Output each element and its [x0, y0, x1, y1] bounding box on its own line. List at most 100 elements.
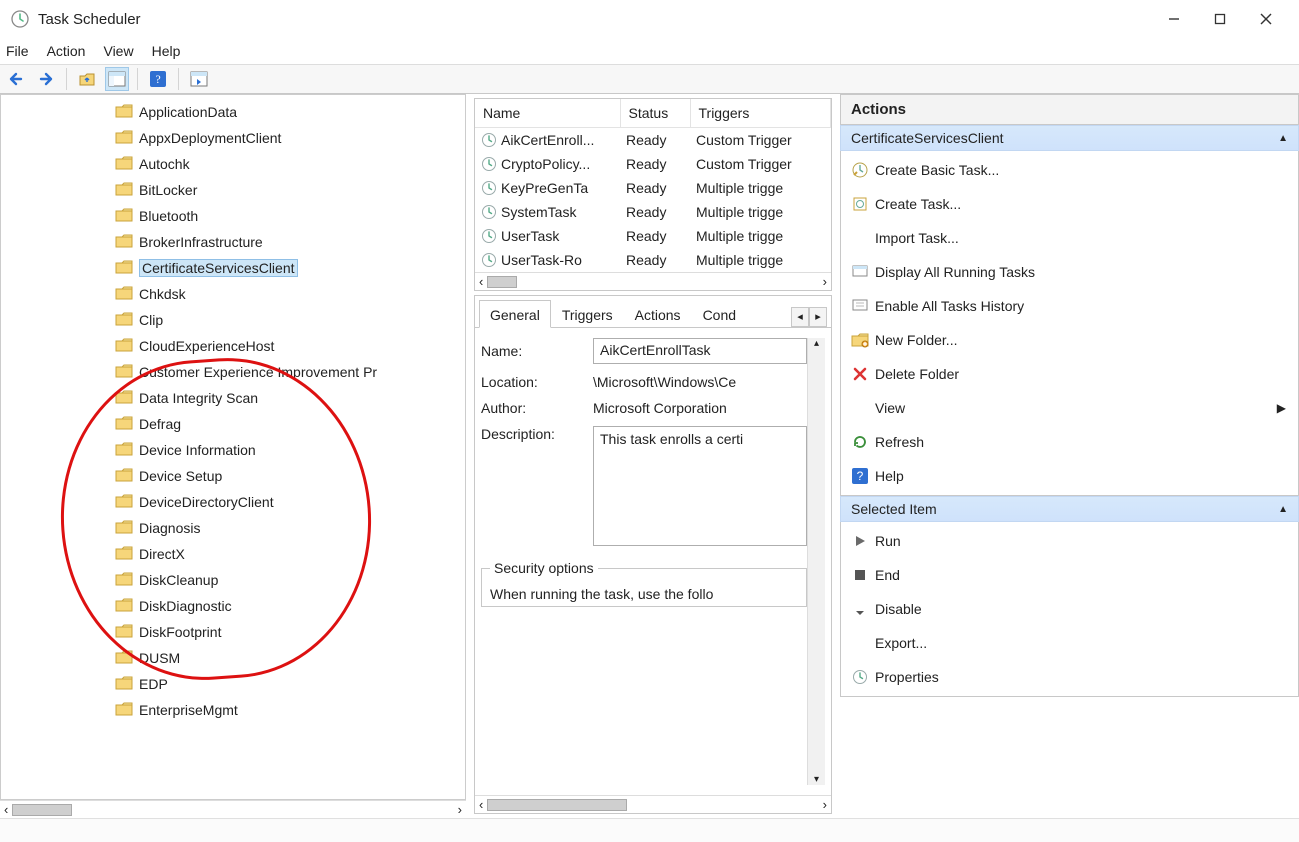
col-triggers[interactable]: Triggers — [690, 99, 831, 128]
show-hide-tree-button[interactable] — [105, 67, 129, 91]
tree-item-label: DUSM — [139, 650, 180, 666]
task-name: AikCertEnroll... — [501, 132, 594, 148]
tree-item[interactable]: DeviceDirectoryClient — [111, 489, 465, 515]
tree-item-label: DiskCleanup — [139, 572, 218, 588]
tree-item[interactable]: Data Integrity Scan — [111, 385, 465, 411]
maximize-button[interactable] — [1197, 0, 1243, 38]
task-list[interactable]: Name Status Triggers AikCertEnroll... Rea… — [474, 98, 832, 291]
minimize-button[interactable] — [1151, 0, 1197, 38]
tree-item[interactable]: DiskDiagnostic — [111, 593, 465, 619]
action-item[interactable]: Disable — [845, 596, 1296, 622]
tree-item[interactable]: CertificateServicesClient — [111, 255, 465, 281]
help-button[interactable]: ? — [146, 67, 170, 91]
action-item[interactable]: Export... — [845, 630, 1296, 656]
tree-item[interactable]: DirectX — [111, 541, 465, 567]
tree-item[interactable]: DiskFootprint — [111, 619, 465, 645]
task-row[interactable]: CryptoPolicy...ReadyCustom Trigger — [475, 152, 831, 176]
description-label: Description: — [481, 426, 581, 442]
tab-general[interactable]: General — [479, 300, 551, 328]
menu-view[interactable]: View — [103, 43, 133, 59]
name-field[interactable]: AikCertEnrollTask — [593, 338, 807, 364]
up-folder-button[interactable] — [75, 67, 99, 91]
tabs-scroll-right[interactable]: ▸ — [809, 307, 827, 327]
tree-item[interactable]: DiskCleanup — [111, 567, 465, 593]
tree-item[interactable]: Device Setup — [111, 463, 465, 489]
action-item[interactable]: Run — [845, 528, 1296, 554]
action-item[interactable]: Refresh — [845, 429, 1296, 455]
menubar: File Action View Help — [0, 38, 1299, 64]
tree-item[interactable]: CloudExperienceHost — [111, 333, 465, 359]
tree-item[interactable]: Chkdsk — [111, 281, 465, 307]
tree-item-label: DeviceDirectoryClient — [139, 494, 274, 510]
tab-conditions[interactable]: Cond — [692, 300, 747, 328]
task-row[interactable]: UserTaskReadyMultiple trigge — [475, 224, 831, 248]
tree-item-label: Customer Experience Improvement Pr — [139, 364, 377, 380]
task-row[interactable]: AikCertEnroll...ReadyCustom Trigger — [475, 128, 831, 153]
tab-actions[interactable]: Actions — [624, 300, 692, 328]
properties-button[interactable] — [187, 67, 211, 91]
tree-item-label: DirectX — [139, 546, 185, 562]
toolbar: ? — [0, 64, 1299, 94]
tree-item[interactable]: Customer Experience Improvement Pr — [111, 359, 465, 385]
location-label: Location: — [481, 374, 581, 390]
tree-item[interactable]: BitLocker — [111, 177, 465, 203]
col-status[interactable]: Status — [620, 99, 690, 128]
action-item[interactable]: Create Basic Task... — [845, 157, 1296, 183]
svg-text:?: ? — [155, 72, 160, 86]
action-item[interactable]: Display All Running Tasks — [845, 259, 1296, 285]
tree-item[interactable]: Defrag — [111, 411, 465, 437]
action-item[interactable]: Delete Folder — [845, 361, 1296, 387]
detail-h-scroll[interactable]: ‹› — [475, 795, 831, 813]
tree-item[interactable]: Diagnosis — [111, 515, 465, 541]
tree-item[interactable]: Device Information — [111, 437, 465, 463]
action-group-header[interactable]: CertificateServicesClient▲ — [840, 125, 1299, 151]
task-triggers: Multiple trigge — [690, 200, 831, 224]
tree-item[interactable]: Bluetooth — [111, 203, 465, 229]
description-field[interactable]: This task enrolls a certi — [593, 426, 807, 546]
action-label: Enable All Tasks History — [875, 298, 1024, 314]
tree-item[interactable]: ApplicationData — [111, 99, 465, 125]
tree-item-label: Bluetooth — [139, 208, 198, 224]
task-row[interactable]: KeyPreGenTaReadyMultiple trigge — [475, 176, 831, 200]
tree-item-label: EDP — [139, 676, 168, 692]
tree-item[interactable]: Clip — [111, 307, 465, 333]
action-label: Create Basic Task... — [875, 162, 999, 178]
tree-item[interactable]: DUSM — [111, 645, 465, 671]
action-item[interactable]: New Folder... — [845, 327, 1296, 353]
menu-action[interactable]: Action — [47, 43, 86, 59]
location-value: \Microsoft\Windows\Ce — [593, 374, 736, 390]
tree-item[interactable]: Autochk — [111, 151, 465, 177]
tree-item[interactable]: EnterpriseMgmt — [111, 697, 465, 723]
action-item[interactable]: Create Task... — [845, 191, 1296, 217]
tree-item[interactable]: BrokerInfrastructure — [111, 229, 465, 255]
tree-item[interactable]: EDP — [111, 671, 465, 697]
tab-triggers[interactable]: Triggers — [551, 300, 624, 328]
tabs-scroll-left[interactable]: ◂ — [791, 307, 809, 327]
app-icon — [10, 9, 30, 29]
action-item[interactable]: ?Help — [845, 463, 1296, 489]
detail-v-scroll[interactable]: ▴▾ — [807, 338, 825, 785]
task-row[interactable]: UserTask-RoReadyMultiple trigge — [475, 248, 831, 272]
menu-help[interactable]: Help — [152, 43, 181, 59]
tree-item[interactable]: AppxDeploymentClient — [111, 125, 465, 151]
close-button[interactable] — [1243, 0, 1289, 38]
task-triggers: Multiple trigge — [690, 176, 831, 200]
action-item[interactable]: End — [845, 562, 1296, 588]
window-title: Task Scheduler — [38, 11, 141, 28]
action-item[interactable]: Properties — [845, 664, 1296, 690]
folder-icon — [115, 494, 133, 511]
back-button[interactable] — [4, 67, 28, 91]
task-row[interactable]: SystemTaskReadyMultiple trigge — [475, 200, 831, 224]
task-name: UserTask-Ro — [501, 252, 582, 268]
action-item[interactable]: Import Task... — [845, 225, 1296, 251]
forward-button[interactable] — [34, 67, 58, 91]
action-item[interactable]: View▶ — [845, 395, 1296, 421]
col-name[interactable]: Name — [475, 99, 620, 128]
menu-file[interactable]: File — [6, 43, 29, 59]
action-label: Import Task... — [875, 230, 959, 246]
tree-h-scroll[interactable]: ‹› — [0, 800, 466, 818]
action-group-header[interactable]: Selected Item▲ — [840, 496, 1299, 522]
tasklist-h-scroll[interactable]: ‹› — [475, 272, 831, 290]
action-item[interactable]: Enable All Tasks History — [845, 293, 1296, 319]
task-status: Ready — [620, 128, 690, 153]
